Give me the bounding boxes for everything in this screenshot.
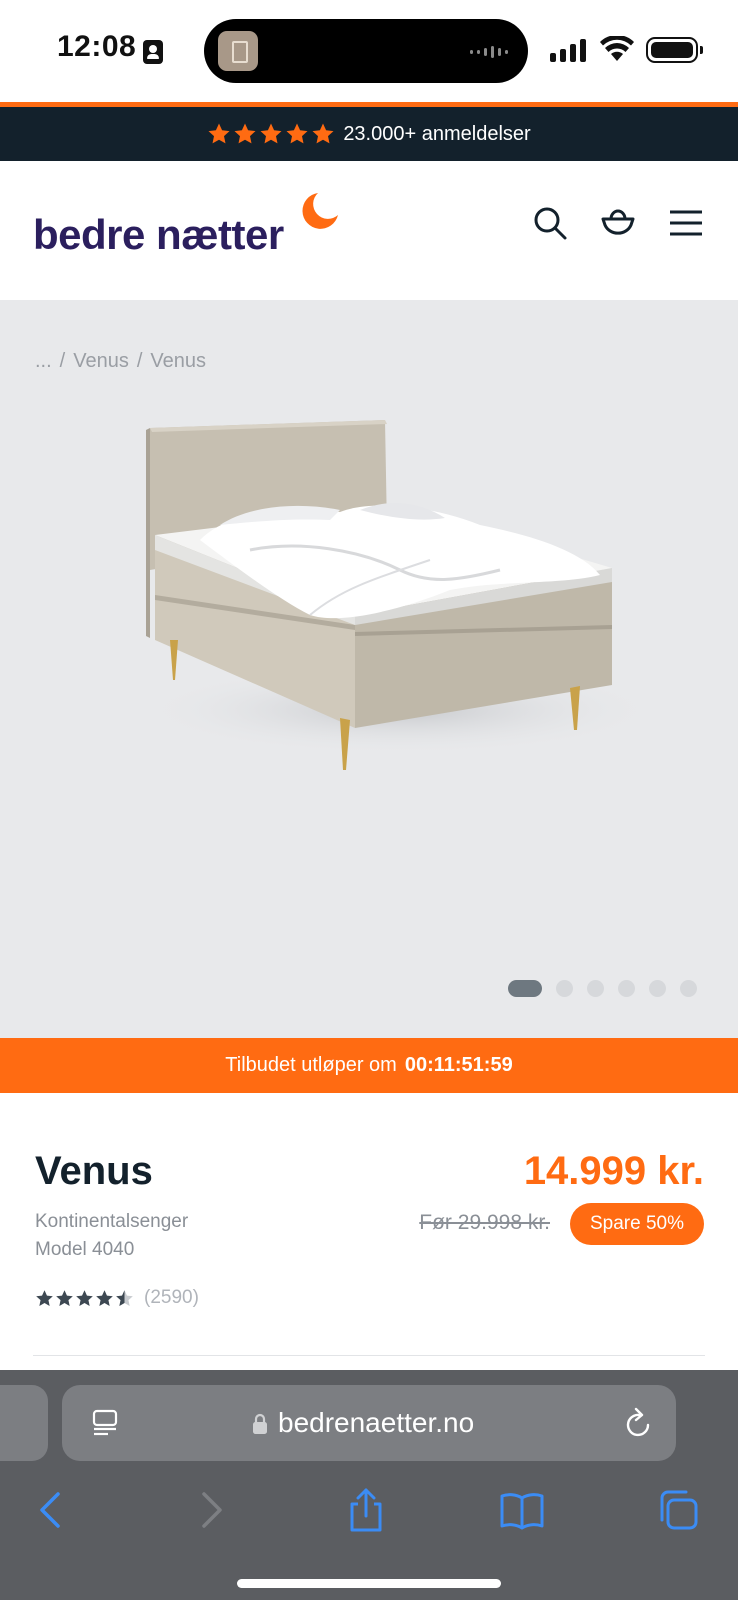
cellular-signal-icon xyxy=(550,38,586,62)
menu-icon[interactable] xyxy=(668,205,704,241)
product-name: Venus xyxy=(35,1149,153,1193)
status-time: 12:08 xyxy=(57,30,137,63)
product-category[interactable]: Kontinentalsenger xyxy=(35,1211,188,1233)
rating-stars xyxy=(35,1289,134,1308)
product-gallery[interactable]: ... / Venus / Venus xyxy=(0,300,738,1038)
bed-image xyxy=(140,420,640,770)
battery-icon xyxy=(646,37,703,63)
page-menu-icon[interactable] xyxy=(90,1408,120,1438)
countdown-timer: 00:11:51:59 xyxy=(404,1054,513,1076)
site-header: bedre nætter xyxy=(0,161,738,300)
carousel-dot[interactable] xyxy=(587,980,604,997)
search-icon[interactable] xyxy=(532,205,568,241)
forward-icon[interactable] xyxy=(188,1488,232,1532)
wifi-icon xyxy=(600,36,634,61)
browser-toolbar: bedrenaetter.no xyxy=(0,1370,738,1600)
carousel-dot[interactable] xyxy=(556,980,573,997)
review-stars xyxy=(207,122,335,146)
carousel-dots xyxy=(508,980,697,997)
star-icon xyxy=(234,123,256,144)
contact-card-icon xyxy=(143,40,163,64)
status-bar: 12:08 xyxy=(0,0,738,102)
product-price: 14.999 kr. xyxy=(523,1149,704,1193)
breadcrumb-current: Venus xyxy=(150,350,207,372)
star-icon xyxy=(96,1289,113,1306)
breadcrumb-ellipsis[interactable]: ... xyxy=(35,350,52,373)
carousel-dot[interactable] xyxy=(680,980,697,997)
share-icon[interactable] xyxy=(344,1488,388,1532)
star-icon xyxy=(56,1289,73,1306)
carousel-dot[interactable] xyxy=(618,980,635,997)
url-text: bedrenaetter.no xyxy=(278,1407,475,1438)
site-logo[interactable]: bedre nætter xyxy=(33,211,284,259)
product-summary: Venus Kontinentalsenger Model 4040 (2590… xyxy=(0,1093,738,1373)
reviews-count-text: 23.000+ anmeldelser xyxy=(343,122,531,145)
basket-icon[interactable] xyxy=(600,205,636,241)
offer-countdown-banner: Tilbudet utløper om 00:11:51:59 xyxy=(0,1038,738,1093)
original-price: Før 29.998 kr. xyxy=(419,1211,550,1234)
tabs-icon[interactable] xyxy=(656,1488,700,1532)
bookmarks-icon[interactable] xyxy=(500,1488,544,1532)
breadcrumb-separator: / xyxy=(59,350,66,372)
star-half-icon xyxy=(116,1289,133,1306)
star-icon xyxy=(286,123,308,144)
product-model: Model 4040 xyxy=(35,1239,135,1260)
breadcrumb-item[interactable]: Venus xyxy=(73,350,129,373)
star-icon xyxy=(312,123,334,144)
reload-icon[interactable] xyxy=(624,1407,654,1439)
divider xyxy=(33,1355,705,1356)
audio-wave-icon xyxy=(470,46,508,58)
discount-badge: Spare 50% xyxy=(569,1203,704,1245)
home-indicator[interactable] xyxy=(237,1579,501,1588)
product-rating[interactable]: (2590) xyxy=(35,1287,199,1309)
reviews-banner[interactable]: 23.000+ anmeldelser xyxy=(0,107,738,161)
star-icon xyxy=(260,123,282,144)
star-icon xyxy=(76,1289,93,1306)
carousel-dot[interactable] xyxy=(649,980,666,997)
breadcrumb: ... / Venus / Venus xyxy=(35,350,206,373)
now-playing-thumbnail xyxy=(218,31,258,71)
breadcrumb-separator: / xyxy=(136,350,143,372)
dynamic-island[interactable] xyxy=(204,19,528,83)
review-count: (2590) xyxy=(144,1287,199,1308)
address-bar[interactable]: bedrenaetter.no xyxy=(62,1385,676,1461)
carousel-dot-active[interactable] xyxy=(508,980,542,997)
lock-icon xyxy=(253,1413,267,1434)
countdown-label: Tilbudet utløper om xyxy=(225,1054,397,1076)
star-icon xyxy=(36,1289,53,1306)
moon-logo-icon xyxy=(302,193,338,229)
star-icon xyxy=(208,123,230,144)
previous-tab-preview[interactable] xyxy=(0,1385,48,1461)
back-icon[interactable] xyxy=(30,1488,74,1532)
